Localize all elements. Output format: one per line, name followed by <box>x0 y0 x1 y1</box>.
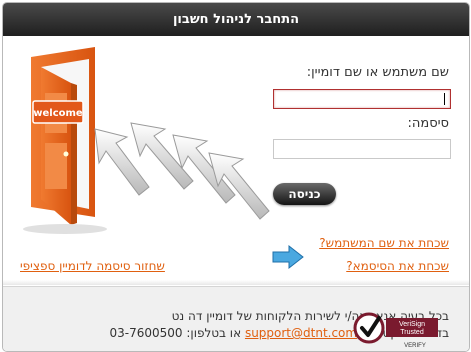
badge-verify: VERIFY <box>404 343 426 349</box>
footer-divider <box>3 280 469 285</box>
forgot-password-link[interactable]: שכחת את הסיסמא? <box>346 259 449 273</box>
door-icon: welcome <box>23 47 107 234</box>
login-panel: התחבר לניהול חשבון welcome שם משתמש או ש… <box>2 2 470 352</box>
badge-line1: VeriSign <box>399 321 425 328</box>
badge-line2: Trusted <box>400 329 424 336</box>
domain-password-recovery-link[interactable]: שחזור סיסמה לדומיין ספציפי <box>20 259 165 273</box>
text-caret <box>444 93 445 105</box>
support-email-link[interactable]: support@dtnt.com <box>245 326 357 340</box>
username-field[interactable] <box>273 89 451 109</box>
password-label: סיסמה: <box>407 116 449 131</box>
page-title: התחבר לניהול חשבון <box>172 12 300 27</box>
welcome-sign-text: welcome <box>33 108 83 119</box>
pointer-arrow-icon <box>272 244 304 270</box>
panel-header: התחבר לניהול חשבון <box>3 3 469 36</box>
login-button[interactable]: כניסה <box>273 183 336 205</box>
verisign-badge[interactable]: VeriSign Trusted VERIFY <box>353 306 443 350</box>
forgot-username-link[interactable]: שכחת את שם המשתמש? <box>319 236 449 250</box>
support-phone: 03-7600500 <box>109 326 183 340</box>
password-field[interactable] <box>273 139 451 159</box>
phone-prefix: או בטלפון: <box>186 326 242 340</box>
arrows-graphic <box>94 122 270 220</box>
welcome-illustration: welcome <box>23 47 270 234</box>
username-label: שם משתמש או שם דומיין: <box>306 65 449 80</box>
